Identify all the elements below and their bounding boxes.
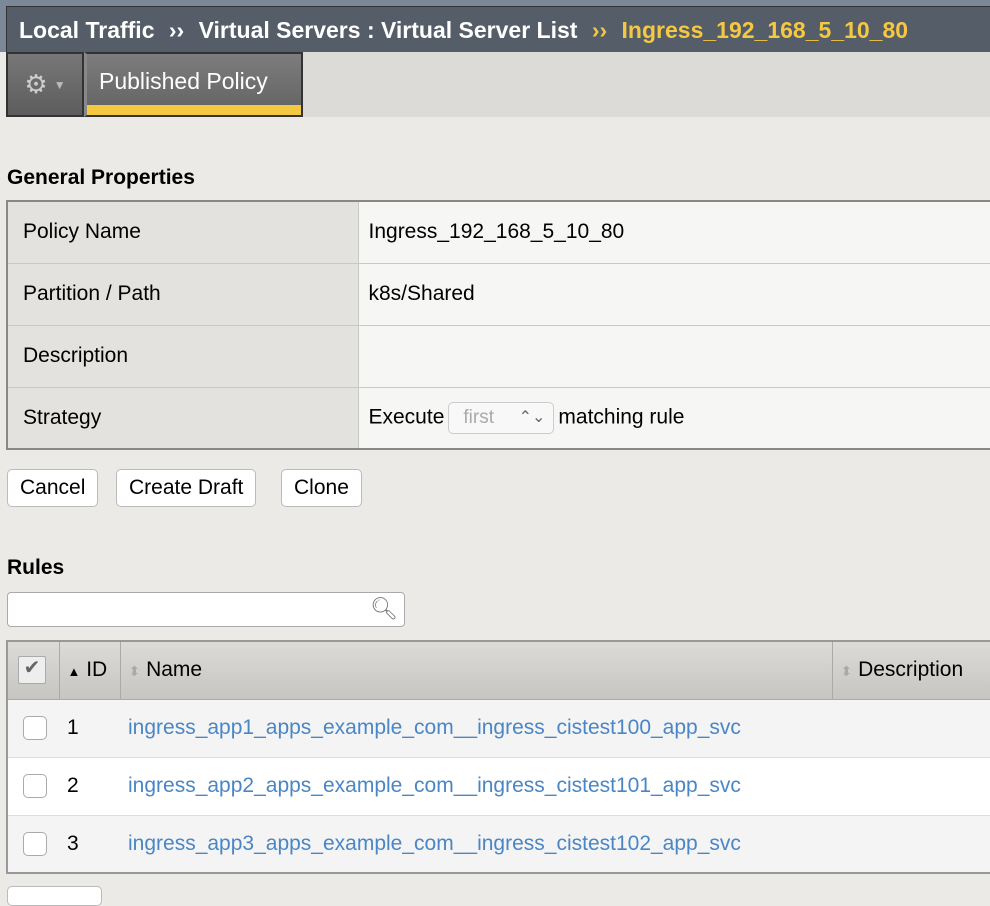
chevron-down-icon: ▼: [53, 77, 66, 92]
create-draft-button[interactable]: Create Draft: [116, 469, 257, 507]
strategy-select[interactable]: first ⌃⌄: [448, 401, 555, 434]
description-value: [357, 324, 990, 388]
table-row: 2 ingress_app2_apps_example_com__ingress_…: [7, 757, 990, 816]
rules-search-input[interactable]: 🔍︎: [7, 592, 405, 627]
strategy-label: Strategy: [6, 386, 359, 450]
sort-asc-icon: ▲: [67, 664, 81, 680]
column-description-label: Description: [858, 658, 964, 682]
rule-name-link[interactable]: ingress_app1_apps_example_com__ingress_c…: [128, 716, 741, 739]
table-row: 3 ingress_app3_apps_example_com__ingress_…: [7, 815, 990, 874]
partition-label: Partition / Path: [6, 262, 359, 326]
description-label: Description: [6, 324, 359, 388]
rule-id: 1: [59, 699, 120, 758]
cancel-button[interactable]: Cancel: [7, 469, 99, 507]
breadcrumb-separator: ››: [591, 17, 608, 43]
strategy-value: Execute first ⌃⌄ matching rule: [357, 386, 990, 450]
search-icon[interactable]: 🔍︎: [370, 596, 398, 622]
partition-value: k8s/Shared: [357, 262, 990, 326]
select-all-cell: ✔: [6, 640, 60, 700]
general-properties-heading: General Properties: [7, 166, 195, 189]
gear-menu-button[interactable]: ⚙ ▼: [6, 52, 84, 117]
breadcrumb-item[interactable]: Local Traffic: [19, 17, 154, 43]
sort-icon: ⬍: [128, 663, 141, 680]
breadcrumb-item[interactable]: Virtual Servers : Virtual Server List: [199, 17, 578, 43]
tab-row: ⚙ ▼ Published Policy: [6, 52, 990, 117]
strategy-select-value: first: [463, 406, 494, 428]
strategy-suffix: matching rule: [558, 405, 685, 429]
tab-published-policy[interactable]: Published Policy: [84, 52, 303, 117]
rule-name-link[interactable]: ingress_app3_apps_example_com__ingress_c…: [128, 832, 741, 855]
table-header: ✔ ▲ ID ⬍ Name ⬍ Description: [6, 640, 990, 700]
partial-button[interactable]: [7, 886, 102, 906]
row-checkbox[interactable]: [23, 831, 47, 856]
row-checkbox[interactable]: [23, 716, 47, 741]
rule-id: 3: [59, 815, 120, 874]
breadcrumb: Local Traffic ›› Virtual Servers : Virtu…: [6, 6, 990, 53]
tab-label: Published Policy: [99, 68, 268, 94]
column-description[interactable]: ⬍ Description: [831, 640, 990, 700]
select-arrows-icon: ⌃⌄: [518, 408, 546, 426]
policy-name-value: Ingress_192_168_5_10_80: [357, 200, 990, 264]
table-row: 1 ingress_app1_apps_example_com__ingress_…: [7, 699, 990, 758]
breadcrumb-current: Ingress_192_168_5_10_80: [621, 17, 909, 43]
breadcrumb-separator: ››: [168, 17, 185, 43]
clone-button[interactable]: Clone: [281, 469, 362, 507]
rule-name-link[interactable]: ingress_app2_apps_example_com__ingress_c…: [128, 774, 741, 797]
general-properties-table: Policy Name Ingress_192_168_5_10_80 Parti…: [6, 200, 990, 450]
column-id[interactable]: ▲ ID: [58, 640, 121, 700]
rule-id: 2: [59, 757, 120, 816]
strategy-prefix: Execute: [368, 405, 445, 429]
column-name-label: Name: [146, 658, 203, 682]
rules-heading: Rules: [7, 556, 65, 579]
rules-table: ✔ ▲ ID ⬍ Name ⬍ Description 1 ingress_app…: [6, 640, 990, 874]
policy-name-label: Policy Name: [6, 200, 359, 264]
column-name[interactable]: ⬍ Name: [119, 640, 833, 700]
active-tab-indicator: [87, 105, 301, 115]
select-all-checkbox[interactable]: ✔: [18, 656, 46, 685]
sort-icon: ⬍: [840, 663, 853, 680]
gear-icon: ⚙: [24, 69, 48, 99]
column-id-label: ID: [86, 658, 108, 682]
row-checkbox[interactable]: [23, 774, 47, 799]
